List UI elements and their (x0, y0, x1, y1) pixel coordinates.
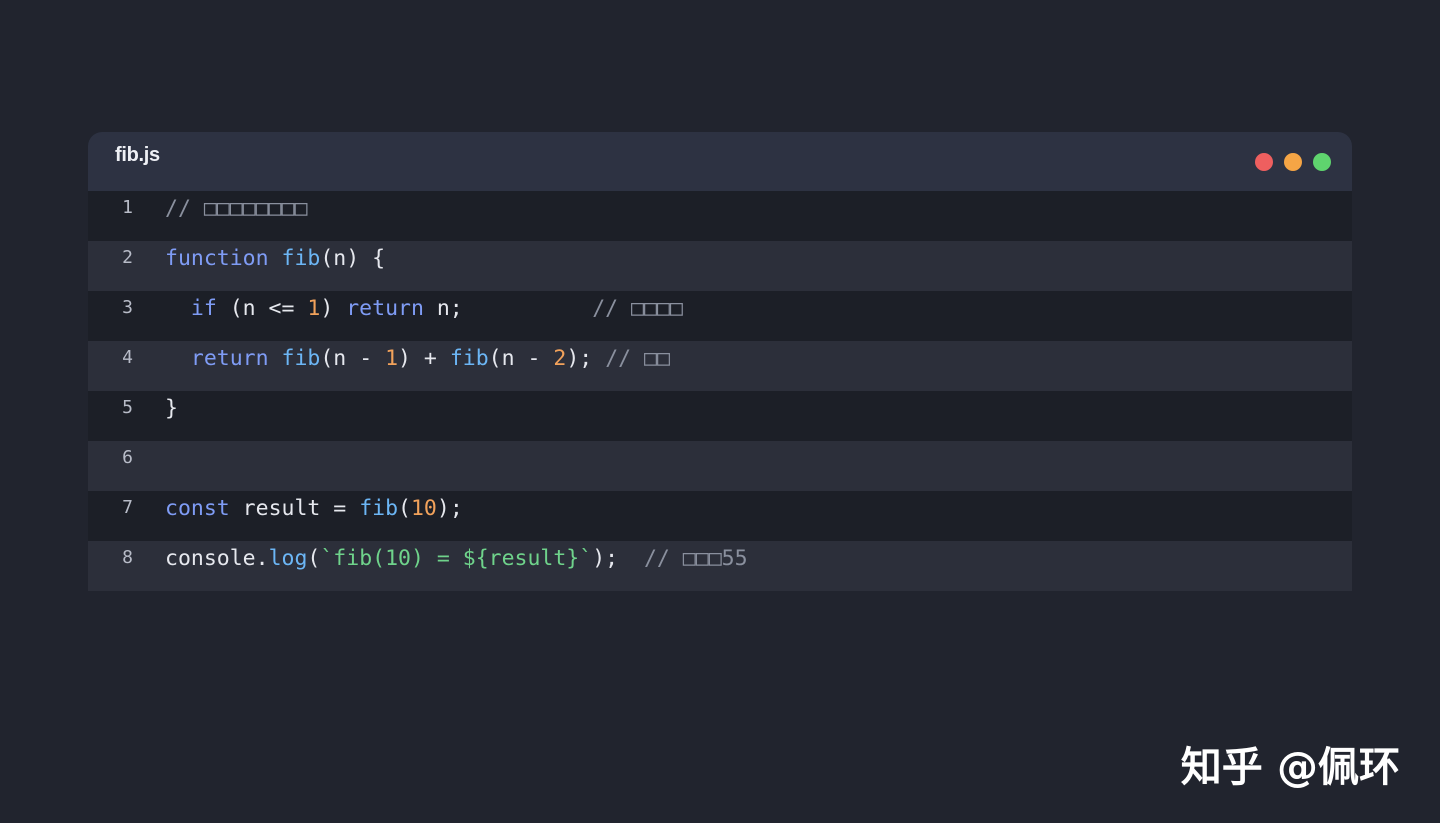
code-token: fib (281, 346, 321, 371)
code-token: // □□□□□□□□ (165, 196, 308, 221)
code-window: fib.js 1// □□□□□□□□ 2 function fib(n) {3 i… (88, 132, 1352, 591)
code-token: fib (449, 346, 489, 371)
line-number: 6 (122, 447, 133, 468)
code-token: (n - (488, 346, 554, 371)
code-token: console. (165, 546, 269, 571)
code-token: `fib(10) = ${result}` (320, 546, 593, 571)
code-token: ); (592, 546, 644, 571)
code-token: return (346, 296, 424, 321)
line-number: 1 (122, 197, 133, 218)
line-number: 8 (122, 547, 133, 568)
code-token: 10 (410, 496, 437, 521)
code-token: log (268, 546, 308, 571)
code-body[interactable]: 1// □□□□□□□□ 2 function fib(n) {3 if (n <=… (88, 191, 1352, 591)
line-number: 3 (122, 297, 133, 318)
watermark: 知乎 @佩环 (1180, 743, 1400, 791)
close-dot-icon[interactable] (1255, 153, 1273, 171)
line-number: 4 (122, 347, 133, 368)
line-source: return fib(n - 1) + fib(n - 2); // □□ (165, 346, 670, 372)
file-name: fib.js (115, 144, 160, 166)
code-token: if (190, 296, 217, 321)
line-source: console.log(`fib(10) = ${result}`); // □… (165, 546, 748, 572)
code-line[interactable]: 1 // □□□□□□□□ (88, 191, 1352, 241)
code-token: (n) { (320, 246, 386, 271)
line-source: const result = fib(10); (165, 496, 463, 522)
window-controls (1255, 153, 1331, 171)
code-token: 1 (307, 296, 321, 321)
code-token: ); (436, 496, 463, 521)
code-line[interactable]: 2 function fib(n) { (88, 241, 1352, 291)
code-token: n; (423, 296, 593, 321)
line-source: if (n <= 1) return n; // □□□□ (165, 296, 683, 322)
code-line[interactable]: 4 return fib(n - 1) + fib(n - 2); // □□ (88, 341, 1352, 391)
code-token: // □□□55 (643, 546, 748, 571)
code-token: (n - (320, 346, 386, 371)
code-token: function (165, 246, 269, 271)
line-number: 2 (122, 247, 133, 268)
code-line[interactable]: 3 if (n <= 1) return n; // □□□□ (88, 291, 1352, 341)
code-token: } (165, 396, 178, 421)
code-token: ) (320, 296, 347, 321)
code-line[interactable]: 8 console.log(`fib(10) = ${result}`); // … (88, 541, 1352, 591)
code-token: result = (229, 496, 360, 521)
minimize-dot-icon[interactable] (1284, 153, 1302, 171)
line-source: // □□□□□□□□ (165, 196, 307, 222)
line-source: function fib(n) { (165, 246, 385, 272)
code-token: const (165, 496, 230, 521)
code-line[interactable]: 5} (88, 391, 1352, 441)
code-token: return (190, 346, 269, 371)
code-token: ) + (398, 346, 450, 371)
code-token: ( (398, 496, 411, 521)
code-token: ); (566, 346, 606, 371)
code-token: // □□ (605, 346, 670, 371)
code-token: fib (281, 246, 321, 271)
code-token: 2 (553, 346, 567, 371)
code-token: fib (359, 496, 399, 521)
code-token: ( (307, 546, 321, 571)
code-token: 1 (385, 346, 399, 371)
code-line[interactable]: 7 const result = fib(10); (88, 491, 1352, 541)
title-bar: fib.js (88, 132, 1352, 191)
line-source: } (165, 396, 178, 422)
code-token: (n <= (216, 296, 308, 321)
maximize-dot-icon[interactable] (1313, 153, 1331, 171)
line-number: 7 (122, 497, 133, 518)
code-line[interactable]: 6 (88, 441, 1352, 491)
line-number: 5 (122, 397, 133, 418)
code-token: // □□□□ (592, 296, 683, 321)
